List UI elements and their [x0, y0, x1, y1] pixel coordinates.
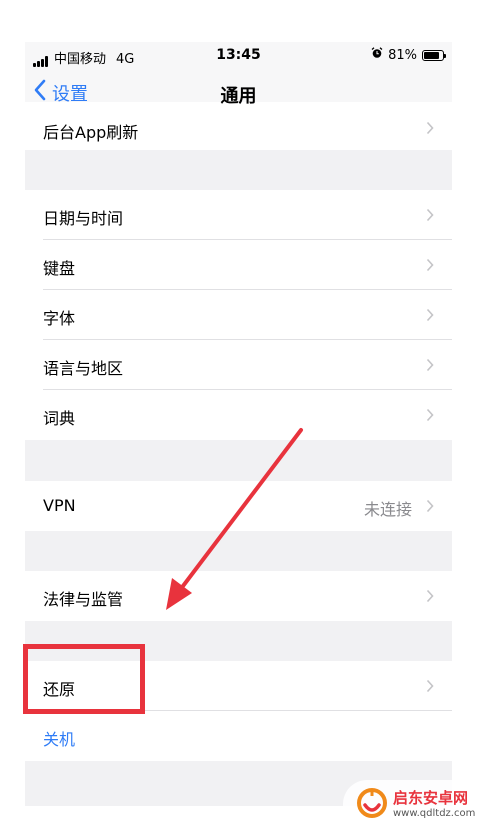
watermark-title: 启东安卓网	[393, 789, 469, 807]
watermark: 启东安卓网 www.qdltdz.com	[343, 780, 483, 829]
watermark-url: www.qdltdz.com	[393, 808, 476, 819]
annotation-highlight-box	[23, 644, 145, 714]
watermark-logo-icon	[357, 787, 387, 825]
